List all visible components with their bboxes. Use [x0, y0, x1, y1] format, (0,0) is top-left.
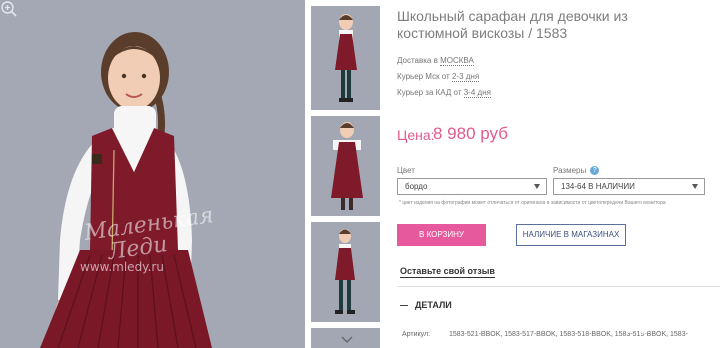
size-select-value: 134-64 В НАЛИЧИИ [561, 182, 635, 191]
details-heading[interactable]: ДЕТАЛИ [415, 300, 452, 310]
add-to-cart-button[interactable]: В КОРЗИНУ [397, 224, 486, 246]
delivery-city-prefix: Доставка в [397, 56, 438, 65]
size-label: Размеры [553, 166, 587, 175]
avito-wordmark: Avito [656, 310, 717, 334]
avito-dots-icon [625, 309, 649, 334]
color-select-value: бордо [405, 182, 428, 191]
store-availability-button[interactable]: НАЛИЧИЕ В МАГАЗИНАХ [516, 224, 626, 246]
thumbnail-girl-front [335, 14, 357, 102]
color-disclaimer-note: * цвет изделия на фотографии может отлич… [399, 200, 666, 206]
color-select[interactable]: бордо [397, 178, 547, 195]
girl-in-dress-illustration [0, 0, 305, 348]
thumbnail-girl-walking [335, 229, 355, 314]
delivery-courier-kad-link[interactable]: 3-4 дня [463, 88, 491, 98]
price-value: 8 980 руб [433, 124, 508, 143]
thumbnail-2[interactable] [311, 116, 380, 216]
help-icon[interactable]: ? [590, 166, 600, 176]
price-label: Цена: [397, 127, 435, 143]
main-product-photo[interactable]: Маленькая Леди www.mledy.ru [0, 0, 305, 348]
chevron-down-icon[interactable] [341, 335, 353, 345]
delivery-city-line: Доставка в МОСКВА [397, 56, 474, 66]
delivery-city-link[interactable]: МОСКВА [440, 56, 474, 66]
delivery-courier-msk-line: Курьер Мск от 2-3 дня [397, 72, 480, 82]
delivery-courier-msk-link[interactable]: 2-3 дня [451, 72, 480, 82]
color-label: Цвет [397, 166, 415, 175]
thumbnail-1[interactable] [311, 6, 380, 110]
product-title: Школьный сарафан для девочки из костюмно… [397, 8, 628, 41]
chevron-down-icon [692, 184, 698, 189]
watermark-url: www.mledy.ru [80, 260, 164, 274]
size-select[interactable]: 134-64 В НАЛИЧИИ [553, 178, 705, 195]
thumbnail-girl-side [331, 122, 363, 210]
section-divider [397, 286, 720, 287]
thumbnail-3[interactable] [311, 222, 380, 322]
chevron-down-icon [534, 184, 540, 189]
avito-logo: Avito [620, 308, 720, 336]
leave-review-link[interactable]: Оставьте свой отзыв [400, 266, 495, 278]
delivery-courier-kad-prefix: Курьер за КАД от [397, 88, 462, 97]
article-label: Артикул: [402, 331, 431, 338]
zoom-icon[interactable] [0, 0, 18, 18]
delivery-courier-msk-prefix: Курьер Мск от [397, 72, 450, 81]
size-label-wrap: Размеры? [553, 166, 600, 176]
dash-icon [400, 305, 408, 306]
delivery-courier-kad-line: Курьер за КАД от 3-4 дня [397, 88, 491, 98]
